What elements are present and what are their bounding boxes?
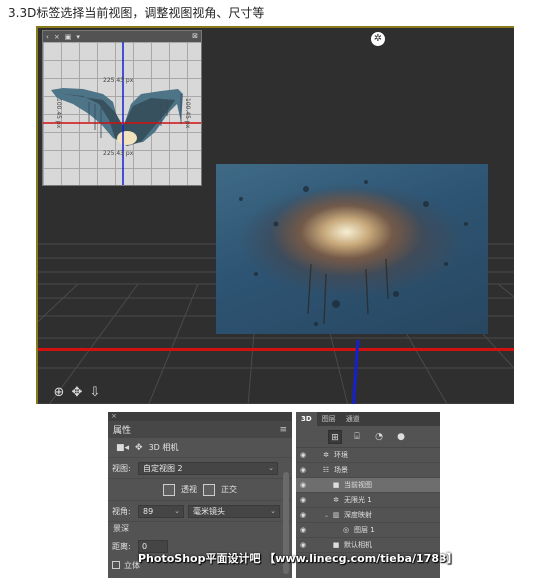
- layer-label: 图层 1: [354, 526, 375, 534]
- walk-icon[interactable]: ⇩: [88, 385, 102, 400]
- visibility-eye-icon[interactable]: ◉: [296, 451, 310, 459]
- layer-label: 默认相机: [344, 541, 372, 549]
- layer-row[interactable]: ◉ ■ 当前视图: [296, 478, 440, 493]
- layer-row[interactable]: ◉ ✲ 环境: [296, 448, 440, 463]
- tab-channels[interactable]: 通道: [341, 412, 365, 426]
- layer-type-icon: ☷: [322, 466, 330, 474]
- layer-type-icon: ✲: [333, 496, 339, 504]
- panel-tabs: 3D 图层 通道: [296, 412, 440, 426]
- close-icon[interactable]: ×: [54, 33, 60, 41]
- dimension-bottom: 225.43 px: [103, 150, 134, 157]
- visibility-eye-icon[interactable]: ◉: [296, 511, 310, 519]
- angle-label: 视角:: [112, 506, 131, 516]
- visibility-eye-icon[interactable]: ◉: [296, 526, 310, 534]
- 3d-layer-list: ◉ ✲ 环境 ◉ ☷ 场景 ◉ ■ 当前视图 ◉ ✲ 无限光 1 ◉ ⌄ ▥ 深度映射 ◉ ◎ 图层 1 ◉ ■ 默认相机: [296, 448, 440, 553]
- orbit-icon[interactable]: ⊕: [52, 385, 66, 400]
- orthographic-cube-icon[interactable]: [203, 483, 215, 496]
- camera-label: 3D 相机: [148, 443, 179, 452]
- secondary-view-titlebar: ‹ × ▣ ▾ ⊠: [43, 31, 201, 42]
- layer-label: 环境: [334, 451, 348, 459]
- angle-value: 89: [143, 506, 154, 516]
- depth-of-field-label: 景深: [113, 524, 129, 533]
- caption: 3.3D标签选择当前视图，调整视图视角、尺寸等: [8, 6, 265, 20]
- tab-3d[interactable]: 3D: [296, 412, 317, 426]
- visibility-eye-icon[interactable]: ◉: [296, 481, 310, 489]
- layer-row[interactable]: ◉ ☷ 场景: [296, 463, 440, 478]
- orthographic-option[interactable]: 正交: [221, 484, 237, 495]
- sun-icon[interactable]: ✲: [371, 32, 385, 46]
- expand-arrow-icon[interactable]: ⌄: [324, 512, 331, 519]
- dimension-left: 100.45 px: [55, 98, 62, 129]
- layer-row[interactable]: ◉ ◎ 图层 1: [296, 523, 440, 538]
- swap-view-icon[interactable]: ⊠: [192, 32, 198, 40]
- layer-type-icon: ▥: [332, 511, 340, 519]
- lens-value: 毫米镜头: [193, 506, 225, 516]
- view-row: 视图: 自定视图 2 ⌄: [108, 458, 292, 479]
- secondary-view-grid: 225.43 px 225.43 px 100.45 px 100.45 px: [43, 42, 201, 185]
- view-select-icon[interactable]: ▣: [65, 33, 72, 41]
- layer-type-icon: ■: [332, 481, 340, 489]
- view-select-value: 自定视图 2: [143, 463, 183, 473]
- chevron-down-icon: ⌄: [270, 506, 276, 515]
- perspective-cube-icon[interactable]: [163, 483, 175, 496]
- chevron-down-icon: ⌄: [268, 463, 274, 472]
- layer-row[interactable]: ◉ ⌄ ▥ 深度映射: [296, 508, 440, 523]
- 3d-viewport[interactable]: ✲ ⊕ ✥ ⇩ ‹ × ▣ ▾ ⊠ 225.43 px 225.43 px 10…: [36, 26, 514, 404]
- layer-type-icon: ■: [332, 541, 340, 549]
- stereo-checkbox[interactable]: [112, 561, 120, 569]
- tab-layers[interactable]: 图层: [317, 412, 341, 426]
- visibility-eye-icon[interactable]: ◉: [296, 541, 310, 549]
- perspective-option[interactable]: 透视: [181, 484, 197, 495]
- collapse-icon[interactable]: ‹: [46, 33, 49, 41]
- layer-type-icon: ◎: [342, 526, 350, 534]
- layer-row[interactable]: ◉ ✲ 无限光 1: [296, 493, 440, 508]
- camera-row: ■◂ ✥ 3D 相机: [108, 438, 292, 458]
- video-camera-icon[interactable]: ■◂: [116, 443, 129, 453]
- coordinates-icon[interactable]: ✥: [135, 443, 143, 453]
- secondary-view-panel[interactable]: ‹ × ▣ ▾ ⊠ 225.43 px 225.43 px 100.45 px …: [42, 30, 202, 186]
- angle-input[interactable]: 89 ⌄: [138, 504, 184, 518]
- mesh-filter-icon[interactable]: ⌸: [350, 430, 364, 444]
- visibility-eye-icon[interactable]: ◉: [296, 466, 310, 474]
- distance-label: 距离:: [112, 542, 131, 551]
- visibility-eye-icon[interactable]: ◉: [296, 496, 310, 504]
- view-label: 视图:: [112, 463, 131, 473]
- pan-icon[interactable]: ✥: [70, 385, 84, 400]
- 3d-filter-toolbar: ⊞ ⌸ ◔ ●: [296, 426, 440, 448]
- light-filter-icon[interactable]: ●: [394, 430, 408, 444]
- properties-header: 属性 ≡: [108, 421, 292, 438]
- x-axis-line: [38, 348, 514, 351]
- layer-label: 当前视图: [344, 481, 372, 489]
- layer-label: 无限光 1: [344, 496, 372, 504]
- layer-type-icon: ✲: [323, 451, 329, 459]
- watermark: PhotoShop平面设计吧 【www.linecg.com/tieba/178…: [138, 552, 458, 565]
- scene-filter-icon[interactable]: ⊞: [328, 429, 342, 444]
- properties-title: 属性: [113, 426, 132, 436]
- panel-menu-icon[interactable]: ≡: [279, 425, 287, 435]
- 3d-nav-tools: ⊕ ✥ ⇩: [52, 385, 102, 400]
- layer-label: 深度映射: [344, 511, 372, 519]
- chevron-down-icon[interactable]: ▾: [76, 33, 80, 41]
- angle-row: 视角: 89 ⌄ 毫米镜头 ⌄: [108, 501, 292, 522]
- lens-select[interactable]: 毫米镜头 ⌄: [188, 504, 280, 518]
- view-select[interactable]: 自定视图 2 ⌄: [138, 461, 278, 475]
- dimension-right: 100.45 px: [184, 98, 191, 129]
- layer-label: 场景: [334, 466, 348, 474]
- chevron-down-icon: ⌄: [174, 506, 180, 515]
- dimension-top: 225.43 px: [103, 77, 134, 84]
- panel-close-icon[interactable]: ×: [108, 412, 292, 421]
- 3d-depth-map-object[interactable]: [216, 164, 488, 334]
- material-filter-icon[interactable]: ◔: [372, 430, 386, 444]
- projection-row: 透视 正交: [108, 479, 292, 501]
